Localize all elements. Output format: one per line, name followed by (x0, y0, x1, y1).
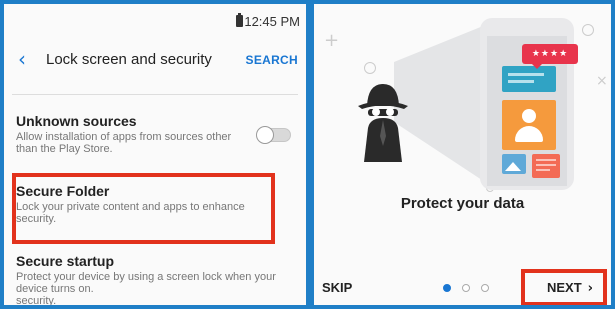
page-dot-1 (443, 284, 451, 292)
battery-icon (236, 13, 243, 27)
divider (12, 94, 298, 95)
text-line (508, 80, 534, 83)
plus-decoration-icon: + (324, 30, 340, 51)
circle-decoration-icon (364, 62, 376, 74)
document-icon (532, 154, 560, 178)
settings-screen: 12:45 PM ‹ Lock screen and security SEAR… (4, 4, 306, 305)
text-line (536, 169, 550, 171)
search-button[interactable]: SEARCH (246, 53, 298, 67)
onboarding-screen: + × ★★★★ Protect your data SKIP NEXT › (314, 4, 611, 305)
message-card-illustration (502, 66, 556, 92)
setting-unknown-sources[interactable]: Unknown sources Allow installation of ap… (16, 113, 246, 155)
highlight-box-secure-folder (12, 173, 275, 244)
plus-decoration-icon: × (596, 73, 608, 89)
back-icon[interactable]: ‹ (18, 49, 26, 69)
status-time: 12:45 PM (244, 14, 300, 29)
toggle-knob (256, 126, 274, 144)
page-title: Lock screen and security (46, 51, 212, 68)
onboarding-heading: Protect your data (400, 195, 525, 212)
photo-icon (502, 154, 526, 174)
text-line (536, 164, 556, 166)
setting-description-cont: security. (16, 295, 57, 305)
setting-description: Protect your device by using a screen lo… (16, 271, 276, 295)
page-dot-2 (462, 284, 470, 292)
app-bar: ‹ Lock screen and security SEARCH (4, 38, 306, 80)
text-line (536, 159, 556, 161)
stars-badge: ★★★★ (522, 44, 578, 69)
contact-card-illustration (502, 100, 556, 150)
text-line (508, 73, 544, 76)
person-icon (522, 109, 536, 123)
highlight-box-next (521, 269, 607, 305)
status-bar: 12:45 PM (4, 4, 306, 38)
page-dot-3 (481, 284, 489, 292)
setting-title: Secure startup (16, 253, 115, 269)
setting-secure-startup[interactable]: Secure startup Protect your device by us… (16, 253, 286, 305)
setting-description: Allow installation of apps from sources … (16, 131, 232, 155)
unknown-sources-toggle[interactable] (256, 126, 291, 144)
circle-decoration-icon (582, 24, 594, 36)
skip-button[interactable]: SKIP (322, 280, 352, 295)
person-body (515, 126, 543, 142)
setting-title: Unknown sources (16, 113, 137, 129)
spy-icon (358, 84, 408, 162)
